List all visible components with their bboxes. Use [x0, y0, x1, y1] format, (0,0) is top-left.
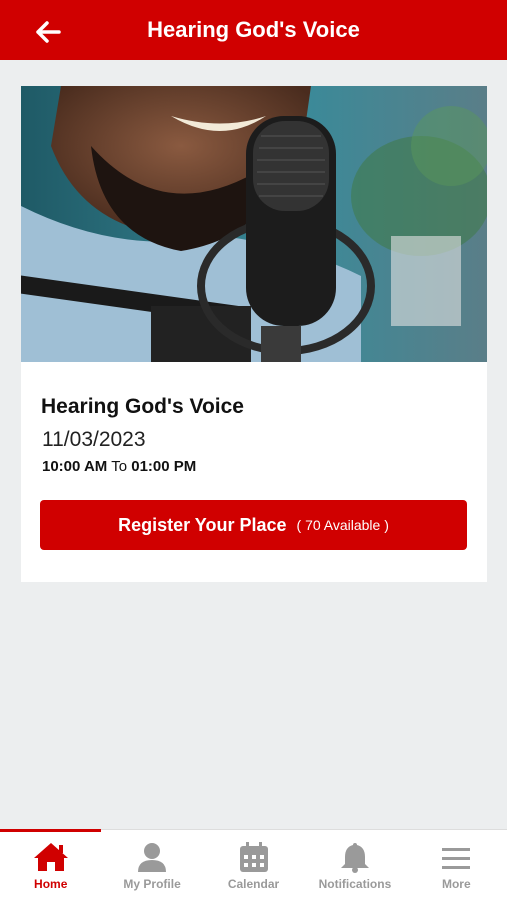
event-date: 11/03/2023	[42, 428, 146, 451]
bell-icon	[340, 843, 369, 873]
tab-more[interactable]: More	[406, 830, 507, 900]
menu-icon	[442, 848, 471, 869]
tab-notifications[interactable]: Notifications	[304, 830, 405, 900]
calendar-icon	[239, 842, 268, 872]
app-header: Hearing God's Voice	[0, 0, 507, 60]
user-icon	[138, 843, 167, 872]
event-card: Hearing God's Voice 11/03/2023 10:00 AM …	[21, 86, 487, 582]
availability-count: ( 70 Available )	[296, 517, 389, 533]
tab-calendar[interactable]: Calendar	[203, 830, 304, 900]
arrow-left-icon	[36, 21, 61, 43]
page-title: Hearing God's Voice	[147, 17, 360, 42]
event-end-time: 01:00 PM	[131, 458, 197, 475]
register-button[interactable]: Register Your Place ( 70 Available )	[40, 500, 467, 550]
event-start-time: 10:00 AM	[42, 458, 108, 475]
tab-label-calendar: Calendar	[227, 877, 280, 891]
tab-label-notifications: Notifications	[318, 877, 392, 891]
back-button[interactable]	[30, 14, 66, 50]
event-title: Hearing God's Voice	[41, 395, 244, 418]
tab-my-profile[interactable]: My Profile	[101, 830, 202, 900]
tab-label-home: Home	[34, 877, 68, 891]
tab-label-my-profile: My Profile	[123, 877, 181, 891]
tab-home[interactable]: Home	[0, 829, 102, 900]
home-icon	[33, 843, 68, 871]
event-image	[21, 86, 487, 362]
bottom-tab-bar: Home My Profile Calendar Notifications M…	[0, 829, 507, 900]
event-time: 10:00 AM To 01:00 PM	[42, 458, 196, 475]
register-button-label: Register Your Place	[118, 514, 287, 535]
podcast-photo	[21, 86, 487, 362]
time-separator: To	[111, 458, 128, 475]
tab-label-more: More	[441, 877, 471, 891]
